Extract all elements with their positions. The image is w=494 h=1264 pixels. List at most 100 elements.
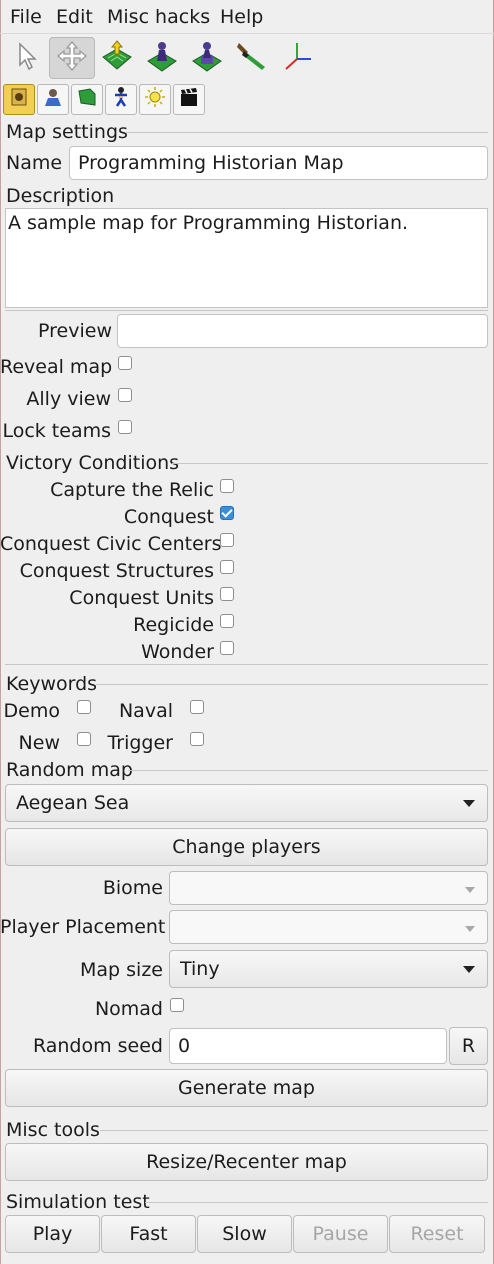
group-divider xyxy=(128,770,488,771)
place-unit-icon xyxy=(190,39,224,78)
select-tool-button[interactable] xyxy=(4,37,50,79)
paint-brush-icon xyxy=(235,39,269,78)
select-cursor-icon xyxy=(12,41,42,76)
menu-divider xyxy=(0,33,494,34)
random-seed-input[interactable]: 0 xyxy=(169,1028,447,1064)
group-divider xyxy=(96,684,488,685)
chevron-down-icon xyxy=(465,887,475,893)
play-button[interactable]: Play xyxy=(5,1215,100,1253)
menu-help[interactable]: Help xyxy=(218,4,265,30)
victory-condition-label: Conquest Units xyxy=(69,587,214,609)
menu-bar: File Edit Misc hacks Help xyxy=(0,0,494,34)
pause-button[interactable]: Pause xyxy=(293,1215,388,1253)
axes-gizmo-icon xyxy=(280,39,314,78)
victory-condition-label: Capture the Relic xyxy=(50,479,214,501)
ally-view-label: Ally view xyxy=(26,388,111,410)
name-input[interactable]: Programming Historian Map xyxy=(69,146,488,180)
move-icon xyxy=(56,40,88,77)
keyword-new-checkbox[interactable] xyxy=(77,732,91,746)
description-textarea[interactable]: A sample map for Programming Historian. xyxy=(5,208,488,308)
actor-icon xyxy=(110,86,132,113)
place-unit-button[interactable] xyxy=(184,37,230,79)
keywords-title: Keywords xyxy=(6,673,98,695)
map-script-value: Aegean Sea xyxy=(16,792,130,814)
chevron-down-icon xyxy=(465,926,475,932)
move-tool-button[interactable] xyxy=(49,37,95,79)
map-size-value: Tiny xyxy=(180,958,220,980)
unit-piece-icon xyxy=(145,39,179,78)
keyword-label: Demo xyxy=(3,700,60,722)
keyword-label: New xyxy=(18,732,60,754)
map-script-select[interactable]: Aegean Sea xyxy=(5,784,488,822)
reveal-map-label: Reveal map xyxy=(0,356,113,378)
terrain-elevation-button[interactable] xyxy=(94,37,140,79)
victory-condition-label: Conquest xyxy=(123,506,214,528)
map-settings-title: Map settings xyxy=(6,121,128,143)
tab-player[interactable] xyxy=(37,84,69,115)
cinematic-icon xyxy=(178,86,200,113)
paint-tool-button[interactable] xyxy=(229,37,275,79)
keyword-label: Trigger xyxy=(107,732,173,754)
menu-misc-hacks[interactable]: Misc hacks xyxy=(105,4,212,30)
keyword-naval-checkbox[interactable] xyxy=(190,700,204,714)
victory-condition-checkbox[interactable] xyxy=(220,587,234,601)
group-divider xyxy=(172,463,488,464)
chevron-down-icon xyxy=(463,966,475,973)
biome-select[interactable] xyxy=(169,871,488,905)
transform-tool-button[interactable] xyxy=(274,37,320,79)
player-placement-label: Player Placement xyxy=(0,916,166,938)
group-divider xyxy=(125,132,488,133)
terrain-icon xyxy=(76,86,98,113)
ally-view-checkbox[interactable] xyxy=(118,388,132,402)
unit-tool-button[interactable] xyxy=(139,37,185,79)
menu-edit[interactable]: Edit xyxy=(54,4,95,30)
tab-lighting[interactable] xyxy=(139,84,171,115)
group-divider xyxy=(145,1202,488,1203)
generate-map-button[interactable]: Generate map xyxy=(5,1069,488,1107)
tab-terrain[interactable] xyxy=(71,84,103,115)
chevron-down-icon xyxy=(463,800,475,807)
resize-recenter-button[interactable]: Resize/Recenter map xyxy=(5,1143,488,1181)
map-size-select[interactable]: Tiny xyxy=(169,950,488,988)
lock-teams-label: Lock teams xyxy=(2,420,111,442)
description-label: Description xyxy=(6,185,115,207)
victory-condition-label: Conquest Structures xyxy=(19,560,214,582)
nomad-checkbox[interactable] xyxy=(170,998,184,1012)
divider xyxy=(5,310,488,311)
slow-button[interactable]: Slow xyxy=(197,1215,292,1253)
victory-condition-checkbox[interactable] xyxy=(220,614,234,628)
reset-button[interactable]: Reset xyxy=(389,1215,485,1253)
player-icon xyxy=(42,86,64,113)
player-placement-select[interactable] xyxy=(169,910,488,944)
group-divider xyxy=(100,1130,488,1131)
terrain-elevation-icon xyxy=(100,39,134,78)
victory-condition-label: Conquest Civic Centers xyxy=(0,533,222,555)
name-label: Name xyxy=(6,152,63,174)
change-players-button[interactable]: Change players xyxy=(5,828,488,866)
reveal-map-checkbox[interactable] xyxy=(118,356,132,370)
victory-conditions-title: Victory Conditions xyxy=(6,452,180,474)
victory-condition-checkbox[interactable] xyxy=(220,533,234,547)
tab-map-settings[interactable] xyxy=(3,84,35,115)
victory-condition-checkbox[interactable] xyxy=(220,506,234,520)
biome-label: Biome xyxy=(102,877,163,899)
preview-input[interactable] xyxy=(117,314,488,348)
map-settings-icon xyxy=(8,86,30,113)
tab-cinematic[interactable] xyxy=(173,84,205,115)
keyword-label: Naval xyxy=(118,700,173,722)
victory-condition-checkbox[interactable] xyxy=(220,479,234,493)
preview-label: Preview xyxy=(38,320,112,342)
misc-tools-title: Misc tools xyxy=(6,1119,100,1141)
keyword-trigger-checkbox[interactable] xyxy=(190,732,204,746)
map-size-label: Map size xyxy=(80,959,163,981)
tab-actor[interactable] xyxy=(105,84,137,115)
fast-button[interactable]: Fast xyxy=(101,1215,196,1253)
reseed-button[interactable]: R xyxy=(449,1027,488,1065)
menu-file[interactable]: File xyxy=(8,4,44,30)
victory-condition-checkbox[interactable] xyxy=(220,560,234,574)
victory-condition-label: Wonder xyxy=(141,641,214,663)
lock-teams-checkbox[interactable] xyxy=(118,420,132,434)
keyword-demo-checkbox[interactable] xyxy=(77,700,91,714)
victory-condition-checkbox[interactable] xyxy=(220,641,234,655)
nomad-label: Nomad xyxy=(94,998,163,1020)
